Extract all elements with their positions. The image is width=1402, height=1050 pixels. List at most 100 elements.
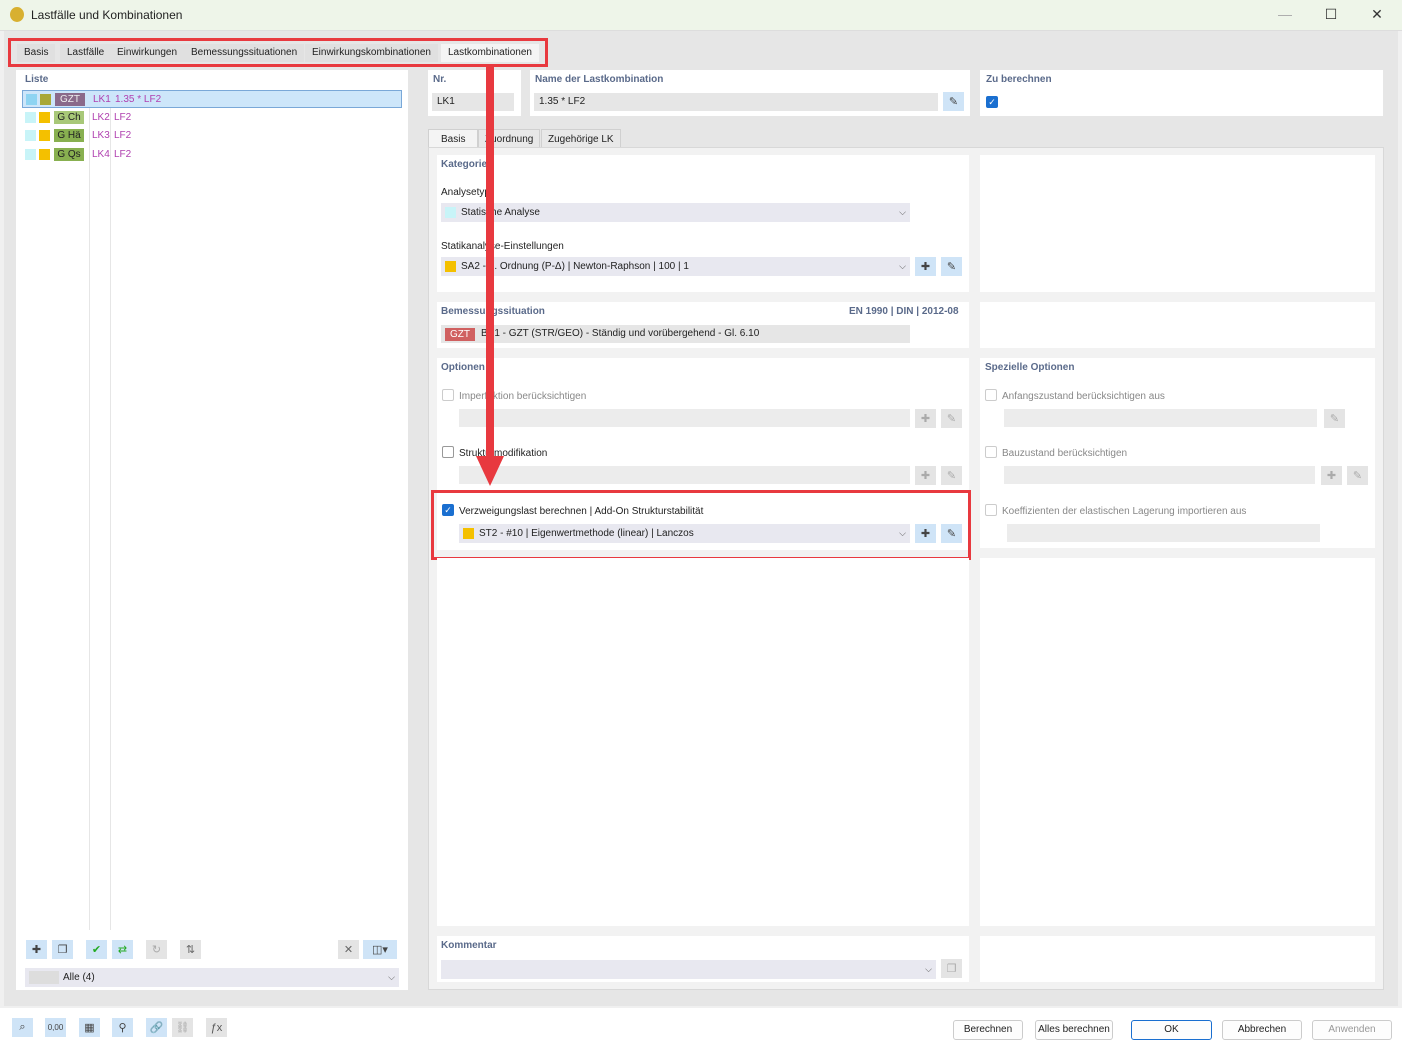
imperfection-label: Imperfektion berücksichtigen <box>459 391 587 402</box>
maximize-button[interactable]: ☐ <box>1316 6 1346 23</box>
analysis-select[interactable]: Statische Analyse ⌵ <box>441 203 910 222</box>
list-item-badge: G Ch <box>54 110 84 124</box>
title-bar: Lastfälle und Kombinationen — ☐ ✕ <box>0 0 1402 31</box>
toggle-check-icon[interactable]: ⇄ <box>112 940 133 959</box>
edit-name-icon[interactable]: ✎ <box>943 92 964 111</box>
initial-field[interactable] <box>1004 409 1317 427</box>
close-button[interactable]: ✕ <box>1362 6 1392 23</box>
blank-panel <box>980 558 1375 926</box>
new-settings-icon[interactable]: ✚ <box>915 257 936 276</box>
check-all-icon[interactable]: ✔ <box>86 940 107 959</box>
renumber-icon[interactable]: ↻ <box>146 940 167 959</box>
design-norm: EN 1990 | DIN | 2012-08 <box>849 306 959 317</box>
settings-label: Statikanalyse-Einstellungen <box>441 241 564 252</box>
filter-icon[interactable]: ⚲ <box>112 1018 133 1037</box>
ok-button[interactable]: OK <box>1131 1020 1212 1040</box>
app-icon <box>10 7 24 22</box>
list-item[interactable]: G Hä LK3 LF2 <box>22 127 402 145</box>
initial-checkbox[interactable] <box>985 389 997 401</box>
color-swatch <box>25 111 36 123</box>
units-icon[interactable]: 0,00 <box>45 1018 66 1037</box>
comment-title: Kommentar <box>441 940 497 951</box>
settings-value: SA2 - II. Ordnung (P-Δ) | Newton-Raphson… <box>461 261 689 272</box>
stability-highlight-box <box>431 490 971 560</box>
color-swatch <box>40 94 51 105</box>
edit-structure-mod-icon[interactable]: ✎ <box>941 466 962 485</box>
unlink-icon[interactable]: ⛓ <box>172 1018 193 1037</box>
chevron-down-icon: ⌵ <box>899 261 906 271</box>
copy-icon[interactable]: ❐ <box>52 940 73 959</box>
imperfection-checkbox[interactable] <box>442 389 454 401</box>
calculate-all-button[interactable]: Alles berechnen <box>1035 1020 1113 1040</box>
blank-panel <box>437 558 969 926</box>
list-item-badge: G Hä <box>54 129 84 142</box>
structure-mod-field[interactable] <box>459 466 910 484</box>
calc-checkbox[interactable]: ✓ <box>986 96 998 108</box>
nr-field[interactable]: LK1 <box>432 93 514 111</box>
blank-panel <box>980 155 1375 292</box>
design-value: BS1 - GZT (STR/GEO) - Ständig und vorübe… <box>481 328 760 339</box>
imperfection-field[interactable] <box>459 409 910 427</box>
new-imperfection-icon[interactable]: ✚ <box>915 409 936 428</box>
list-item-number: LK2 <box>92 111 110 123</box>
list-item-badge: G Qs <box>54 147 84 161</box>
analysis-label: Analysetyp <box>441 187 490 198</box>
construction-checkbox[interactable] <box>985 446 997 458</box>
list-item[interactable]: GZT LK1 1.35 * LF2 <box>22 90 402 108</box>
name-label: Name der Lastkombination <box>535 74 664 85</box>
filter-select[interactable]: Alle (4) ⌵ <box>25 968 399 987</box>
color-swatch <box>39 130 50 141</box>
window-title: Lastfälle und Kombinationen <box>31 8 183 22</box>
cancel-button[interactable]: Abbrechen <box>1222 1020 1302 1040</box>
view-options-icon[interactable]: ◫▾ <box>363 940 397 959</box>
coeff-field[interactable] <box>1007 524 1320 542</box>
subtab-basis[interactable]: Basis <box>428 129 479 148</box>
options-title: Optionen <box>441 362 485 373</box>
coeff-label: Koeffizienten der elastischen Lagerung i… <box>1002 506 1247 517</box>
edit-initial-icon[interactable]: ✎ <box>1324 409 1345 428</box>
new-construction-icon[interactable]: ✚ <box>1321 466 1342 485</box>
name-field[interactable]: 1.35 * LF2 <box>534 93 938 111</box>
comment-library-icon[interactable]: ❐ <box>941 959 962 978</box>
search-icon[interactable]: ⌕ <box>12 1018 33 1037</box>
chevron-down-icon: ⌵ <box>388 972 395 982</box>
kategorie-title: Kategorie <box>441 159 488 170</box>
color-swatch <box>25 130 36 141</box>
calc-label: Zu berechnen <box>986 74 1052 85</box>
analysis-value: Statische Analyse <box>461 207 540 218</box>
coeff-checkbox[interactable] <box>985 504 997 516</box>
apply-button[interactable]: Anwenden <box>1312 1020 1392 1040</box>
new-structure-mod-icon[interactable]: ✚ <box>915 466 936 485</box>
design-badge: GZT <box>445 328 475 341</box>
color-swatch <box>39 148 50 160</box>
chevron-down-icon: ⌵ <box>899 207 906 217</box>
list-item-number: LK3 <box>92 130 110 141</box>
list-item-badge: GZT <box>55 93 85 106</box>
list-item[interactable]: G Qs LK4 LF2 <box>22 146 402 164</box>
comment-select[interactable]: ⌵ <box>441 960 936 979</box>
design-field[interactable]: GZT BS1 - GZT (STR/GEO) - Ständig und vo… <box>441 325 910 343</box>
structure-mod-checkbox[interactable] <box>442 446 454 458</box>
sort-icon[interactable]: ⇅ <box>180 940 201 959</box>
special-title: Spezielle Optionen <box>985 362 1075 373</box>
delete-icon[interactable]: ✕ <box>338 940 359 959</box>
edit-imperfection-icon[interactable]: ✎ <box>941 409 962 428</box>
color-swatch <box>39 111 50 123</box>
chevron-down-icon: ⌵ <box>925 964 932 974</box>
colors-icon[interactable]: ▦ <box>79 1018 100 1037</box>
new-item-icon[interactable]: ✚ <box>26 940 47 959</box>
subtab-zugehoerige-lk[interactable]: Zugehörige LK <box>541 129 621 148</box>
filter-value: Alle (4) <box>63 972 95 983</box>
edit-construction-icon[interactable]: ✎ <box>1347 466 1368 485</box>
edit-settings-icon[interactable]: ✎ <box>941 257 962 276</box>
list-item[interactable]: G Ch LK2 LF2 <box>22 109 402 127</box>
minimize-button[interactable]: — <box>1270 6 1300 22</box>
annotation-arrow <box>486 66 494 458</box>
link-icon[interactable]: 🔗 <box>146 1018 167 1037</box>
list-item-name: 1.35 * LF2 <box>115 94 162 105</box>
list-item-name: LF2 <box>114 111 132 123</box>
construction-field[interactable] <box>1004 466 1315 484</box>
settings-select[interactable]: SA2 - II. Ordnung (P-Δ) | Newton-Raphson… <box>441 257 910 276</box>
calculate-button[interactable]: Berechnen <box>953 1020 1023 1040</box>
formula-icon[interactable]: ƒx <box>206 1018 227 1037</box>
